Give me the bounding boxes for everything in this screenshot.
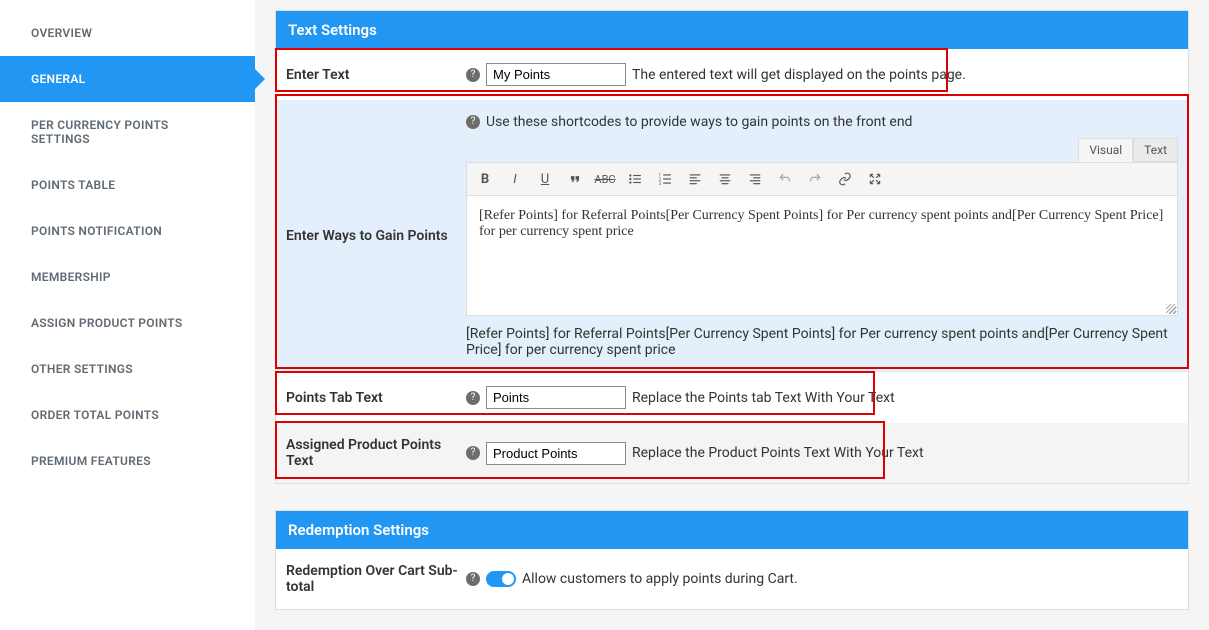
assigned-label: Assigned Product Points Text bbox=[286, 437, 466, 469]
svg-text:3: 3 bbox=[659, 181, 662, 186]
redemption-over-row: Redemption Over Cart Sub-total ? Allow c… bbox=[276, 549, 1188, 609]
ways-hint-text: Use these shortcodes to provide ways to … bbox=[486, 114, 912, 130]
assigned-input[interactable] bbox=[486, 442, 626, 465]
ways-editor[interactable]: [Refer Points] for Referral Points[Per C… bbox=[466, 196, 1178, 316]
help-icon[interactable]: ? bbox=[466, 446, 480, 460]
sidebar-item-points-table[interactable]: POINTS TABLE bbox=[0, 162, 255, 208]
settings-sidebar: OVERVIEW GENERAL PER CURRENCY POINTS SET… bbox=[0, 0, 255, 630]
bullet-list-icon[interactable] bbox=[623, 167, 647, 191]
help-icon[interactable]: ? bbox=[466, 572, 480, 586]
ways-label: Enter Ways to Gain Points bbox=[286, 228, 466, 244]
help-icon[interactable]: ? bbox=[466, 391, 480, 405]
enter-text-label: Enter Text bbox=[286, 67, 466, 83]
align-left-icon[interactable] bbox=[683, 167, 707, 191]
sidebar-item-points-notification[interactable]: POINTS NOTIFICATION bbox=[0, 208, 255, 254]
editor-toolbar: B I U ABC 123 bbox=[466, 162, 1178, 196]
align-center-icon[interactable] bbox=[713, 167, 737, 191]
ways-footnote: [Refer Points] for Referral Points[Per C… bbox=[466, 326, 1178, 358]
align-right-icon[interactable] bbox=[743, 167, 767, 191]
redemption-over-label: Redemption Over Cart Sub-total bbox=[286, 563, 466, 595]
enter-text-input[interactable] bbox=[486, 63, 626, 86]
enter-text-desc: The entered text will get displayed on t… bbox=[632, 67, 966, 83]
redo-icon[interactable] bbox=[803, 167, 827, 191]
strikethrough-icon[interactable]: ABC bbox=[593, 167, 617, 191]
text-settings-panel: Text Settings Enter Text ? The entered t… bbox=[275, 10, 1189, 484]
sidebar-item-assign-product-points[interactable]: ASSIGN PRODUCT POINTS bbox=[0, 300, 255, 346]
sidebar-item-general[interactable]: GENERAL bbox=[0, 56, 255, 102]
redemption-over-desc: Allow customers to apply points during C… bbox=[522, 571, 798, 587]
assigned-row: Assigned Product Points Text ? Replace t… bbox=[276, 423, 1188, 483]
link-icon[interactable] bbox=[833, 167, 857, 191]
numbered-list-icon[interactable]: 123 bbox=[653, 167, 677, 191]
editor-tab-text[interactable]: Text bbox=[1133, 138, 1178, 162]
undo-icon[interactable] bbox=[773, 167, 797, 191]
points-tab-label: Points Tab Text bbox=[286, 390, 466, 406]
ways-row: Enter Ways to Gain Points ? Use these sh… bbox=[276, 100, 1188, 372]
fullscreen-icon[interactable] bbox=[863, 167, 887, 191]
bold-icon[interactable]: B bbox=[473, 167, 497, 191]
sidebar-item-overview[interactable]: OVERVIEW bbox=[0, 10, 255, 56]
points-tab-row: Points Tab Text ? Replace the Points tab… bbox=[276, 372, 1188, 423]
help-icon[interactable]: ? bbox=[466, 115, 480, 129]
sidebar-item-other-settings[interactable]: OTHER SETTINGS bbox=[0, 346, 255, 392]
quote-icon[interactable] bbox=[563, 167, 587, 191]
editor-tab-visual[interactable]: Visual bbox=[1078, 138, 1133, 162]
sidebar-item-membership[interactable]: MEMBERSHIP bbox=[0, 254, 255, 300]
help-icon[interactable]: ? bbox=[466, 68, 480, 82]
sidebar-item-premium-features[interactable]: PREMIUM FEATURES bbox=[0, 438, 255, 484]
redemption-header: Redemption Settings bbox=[276, 511, 1188, 549]
italic-icon[interactable]: I bbox=[503, 167, 527, 191]
points-tab-input[interactable] bbox=[486, 386, 626, 409]
assigned-desc: Replace the Product Points Text With You… bbox=[632, 445, 924, 461]
sidebar-item-per-currency[interactable]: PER CURRENCY POINTS SETTINGS bbox=[0, 102, 255, 162]
points-tab-desc: Replace the Points tab Text With Your Te… bbox=[632, 390, 895, 406]
main-content: Text Settings Enter Text ? The entered t… bbox=[255, 0, 1209, 630]
enter-text-row: Enter Text ? The entered text will get d… bbox=[276, 49, 1188, 100]
redemption-toggle[interactable] bbox=[486, 571, 516, 587]
text-settings-header: Text Settings bbox=[276, 11, 1188, 49]
resize-grip-icon[interactable] bbox=[1166, 304, 1176, 314]
sidebar-item-order-total-points[interactable]: ORDER TOTAL POINTS bbox=[0, 392, 255, 438]
redemption-panel: Redemption Settings Redemption Over Cart… bbox=[275, 510, 1189, 610]
underline-icon[interactable]: U bbox=[533, 167, 557, 191]
